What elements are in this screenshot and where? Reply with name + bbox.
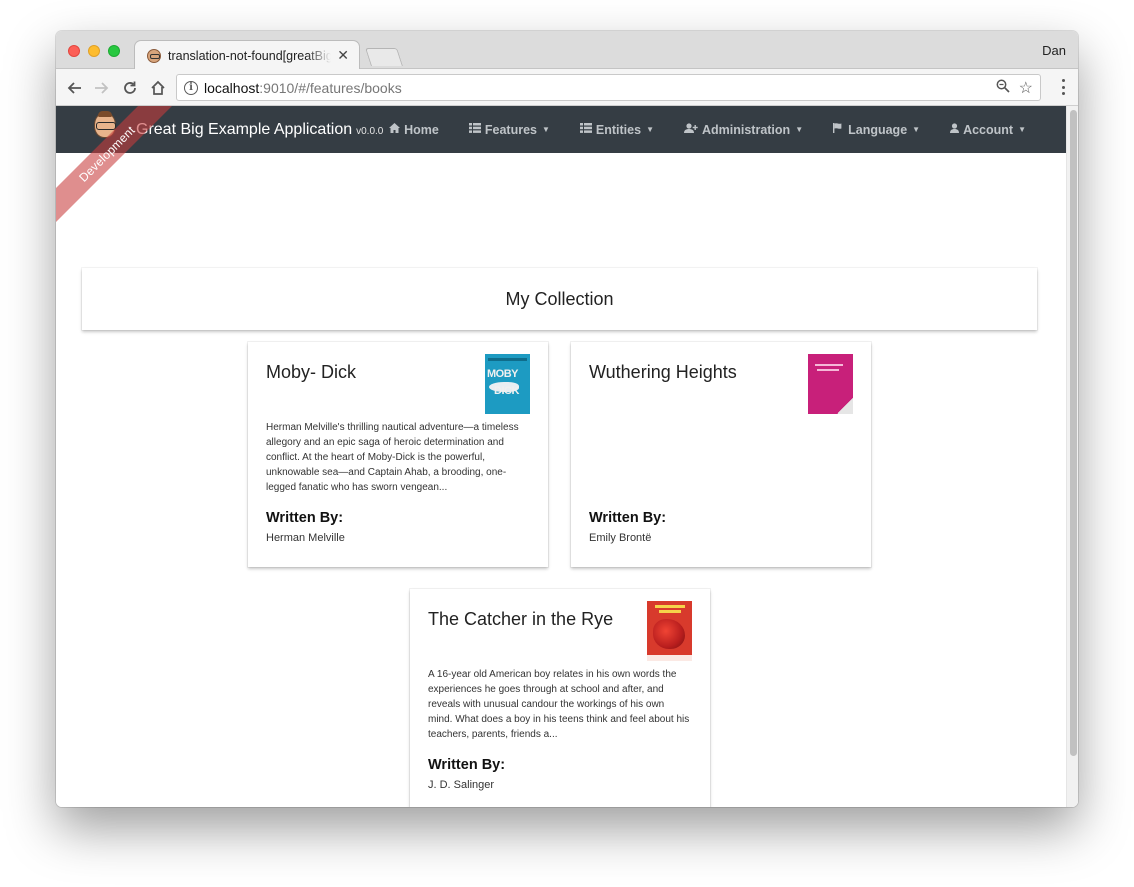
nav-account[interactable]: Account ▼: [950, 123, 1026, 137]
page-scrollbar[interactable]: [1066, 106, 1078, 807]
address-bar[interactable]: i localhost:9010/#/features/books ☆: [176, 74, 1041, 101]
caret-down-icon: ▼: [541, 125, 550, 134]
url-text[interactable]: localhost:9010/#/features/books: [204, 80, 402, 96]
nav-language[interactable]: Language ▼: [833, 123, 920, 137]
nav-features[interactable]: Features ▼: [468, 122, 550, 137]
list-icon: [579, 123, 592, 136]
app-brand[interactable]: Great Big Example Application v0.0.0: [136, 121, 383, 139]
caret-down-icon: ▼: [912, 125, 921, 134]
maximize-window-button[interactable]: [108, 45, 120, 57]
book-title[interactable]: Wuthering Heights: [589, 362, 789, 383]
browser-tab-active[interactable]: translation-not-found[greatBig ✕: [134, 40, 360, 70]
favicon-icon: [147, 48, 161, 63]
caret-down-icon: ▼: [1018, 125, 1026, 134]
caret-down-icon: ▼: [646, 125, 654, 134]
book-title[interactable]: Moby- Dick: [266, 362, 466, 383]
user-icon: [950, 123, 960, 136]
minimize-window-button[interactable]: [88, 45, 100, 57]
nav-administration-label: Administration: [701, 122, 791, 137]
written-by-label: Written By:: [266, 510, 344, 526]
page-viewport: Great Big Example Application v0.0.0 Home…: [56, 106, 1078, 807]
book-description: A 16-year old American boy relates in hi…: [428, 669, 690, 740]
info-icon[interactable]: i: [184, 80, 198, 95]
close-window-button[interactable]: [68, 45, 80, 57]
book-card[interactable]: Wuthering Heights Written By: Emily Bron…: [571, 342, 871, 567]
scrollbar-thumb[interactable]: [1070, 110, 1077, 756]
page-title: My Collection: [505, 288, 614, 309]
browser-menu-icon[interactable]: [1060, 77, 1066, 97]
nav-administration[interactable]: Administration ▼: [683, 122, 804, 137]
user-plus-icon: [683, 123, 698, 136]
browser-toolbar: i localhost:9010/#/features/books ☆: [56, 69, 1078, 106]
collection-header: My Collection: [82, 268, 1037, 330]
app-nav-links: Home Features ▼ Entities ▼ Administratio…: [359, 106, 1026, 153]
profile-name[interactable]: Dan: [1042, 43, 1066, 58]
book-card[interactable]: The Catcher in the Rye A 16-year old Ame…: [410, 589, 710, 807]
nav-entities[interactable]: Entities ▼: [579, 122, 654, 137]
book-cover-image: [647, 601, 692, 661]
app-logo-icon[interactable]: [94, 111, 116, 138]
back-arrow-icon[interactable]: [62, 76, 86, 100]
zoom-icon[interactable]: [996, 79, 1010, 97]
nav-features-label: Features: [484, 122, 537, 137]
written-by-label: Written By:: [589, 510, 667, 526]
new-tab-button[interactable]: [365, 48, 403, 66]
nav-account-label: Account: [963, 122, 1014, 137]
bookmark-star-icon[interactable]: ☆: [1019, 78, 1033, 98]
flag-icon: [833, 123, 844, 136]
nav-entities-label: Entities: [595, 122, 642, 137]
book-author: Emily Brontë: [589, 532, 652, 544]
tab-title: translation-not-found[greatBig: [168, 48, 332, 63]
browser-window: translation-not-found[greatBig ✕ Dan i l…: [56, 31, 1078, 807]
written-by-label: Written By:: [428, 757, 506, 773]
book-card[interactable]: Moby- Dick MOBY DICK Herman Melville's t…: [248, 342, 548, 567]
list-icon: [468, 123, 481, 136]
browser-titlebar: translation-not-found[greatBig ✕ Dan: [56, 31, 1078, 70]
book-author: J. D. Salinger: [428, 779, 495, 791]
book-cover-image: MOBY DICK: [485, 354, 530, 414]
app-navbar: Great Big Example Application v0.0.0 Home…: [56, 106, 1066, 153]
book-description: Herman Melville's thrilling nautical adv…: [266, 422, 519, 493]
caret-down-icon: ▼: [795, 125, 804, 134]
reload-icon[interactable]: [118, 76, 142, 100]
app-title: Great Big Example Application: [136, 121, 353, 138]
home-icon[interactable]: [146, 76, 170, 100]
nav-language-label: Language: [848, 122, 908, 137]
book-cover-image: [808, 354, 853, 414]
close-tab-icon[interactable]: ✕: [337, 47, 349, 64]
nav-home-label: Home: [404, 122, 439, 137]
nav-home[interactable]: Home: [389, 123, 439, 137]
book-title[interactable]: The Catcher in the Rye: [428, 609, 628, 630]
forward-arrow-icon[interactable]: [90, 76, 114, 100]
home-icon: [389, 123, 401, 136]
book-author: Herman Melville: [266, 532, 345, 544]
